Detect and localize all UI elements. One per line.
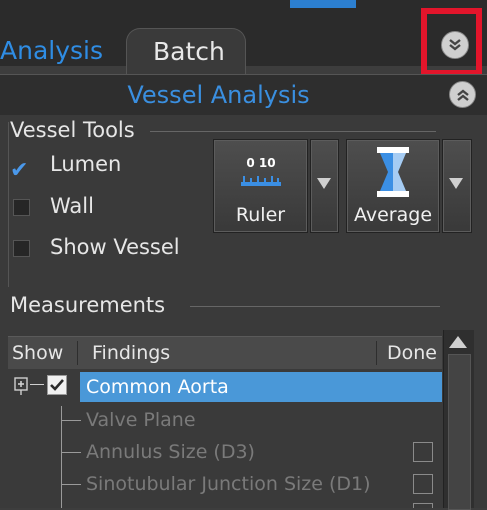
column-divider	[77, 341, 78, 365]
tab-bar: Analysis Batch	[0, 8, 487, 74]
done-checkbox[interactable]	[413, 474, 433, 494]
lumen-checkbox[interactable]: ✔	[10, 158, 28, 183]
group-divider	[190, 306, 440, 307]
lumen-label: Lumen	[50, 152, 122, 176]
tree-connector	[30, 384, 44, 385]
tree-line	[61, 406, 62, 508]
ruler-label: Ruler	[235, 204, 286, 226]
average-dropdown[interactable]	[442, 139, 472, 233]
top-strip	[0, 0, 487, 8]
average-button[interactable]: Average	[346, 139, 440, 233]
scroll-thumb[interactable]	[448, 354, 471, 510]
row-label: Common Aorta	[86, 376, 229, 398]
table-header: Show Findings Done	[8, 336, 442, 369]
column-header-done[interactable]: Done	[387, 337, 437, 369]
section-header: Vessel Analysis	[0, 74, 487, 116]
group-divider	[150, 131, 436, 132]
wall-label: Wall	[50, 194, 94, 218]
hourglass-icon	[377, 147, 409, 197]
ruler-button[interactable]: 0 10 Ruler	[213, 139, 308, 233]
row-label[interactable]: Valve Plane	[86, 405, 196, 435]
ruler-icon: 0 10	[240, 156, 282, 192]
tree-connector	[61, 452, 81, 453]
average-label: Average	[353, 204, 433, 226]
highlight-box	[421, 8, 482, 76]
row-label[interactable]: Sinotubular Junction Size (D1)	[86, 469, 371, 499]
show-checkbox[interactable]	[47, 375, 67, 395]
dropdown-arrow-icon	[317, 178, 331, 189]
ruler-dropdown[interactable]	[310, 139, 339, 233]
column-divider	[376, 341, 377, 365]
dropdown-arrow-icon	[449, 178, 463, 189]
done-checkbox[interactable]	[413, 503, 433, 508]
show-vessel-checkbox[interactable]	[13, 240, 30, 257]
ruler-icon-text: 0 10	[246, 156, 276, 170]
scroll-up-icon[interactable]	[449, 336, 467, 348]
tab-analysis[interactable]: Analysis	[0, 28, 140, 74]
vessel-tools-label: Vessel Tools	[10, 118, 141, 142]
group-border-left	[8, 122, 9, 287]
row-label[interactable]: Annulus Size (D3)	[86, 437, 255, 467]
measurements-label: Measurements	[10, 293, 172, 317]
tree-connector	[61, 420, 81, 421]
collapse-up-icon[interactable]	[449, 81, 476, 108]
top-accent-bar	[290, 0, 356, 8]
checkmark-icon: ✔	[10, 158, 29, 183]
tab-batch[interactable]: Batch	[126, 28, 246, 74]
done-checkbox[interactable]	[413, 442, 433, 462]
column-header-findings[interactable]: Findings	[92, 337, 170, 369]
tree-connector	[61, 484, 81, 485]
expand-tree-icon[interactable]	[14, 377, 30, 395]
show-vessel-label: Show Vessel	[50, 235, 180, 259]
column-header-show[interactable]: Show	[12, 337, 63, 369]
section-title: Vessel Analysis	[127, 81, 310, 109]
wall-checkbox[interactable]	[13, 199, 30, 216]
scrollbar[interactable]	[443, 330, 474, 510]
